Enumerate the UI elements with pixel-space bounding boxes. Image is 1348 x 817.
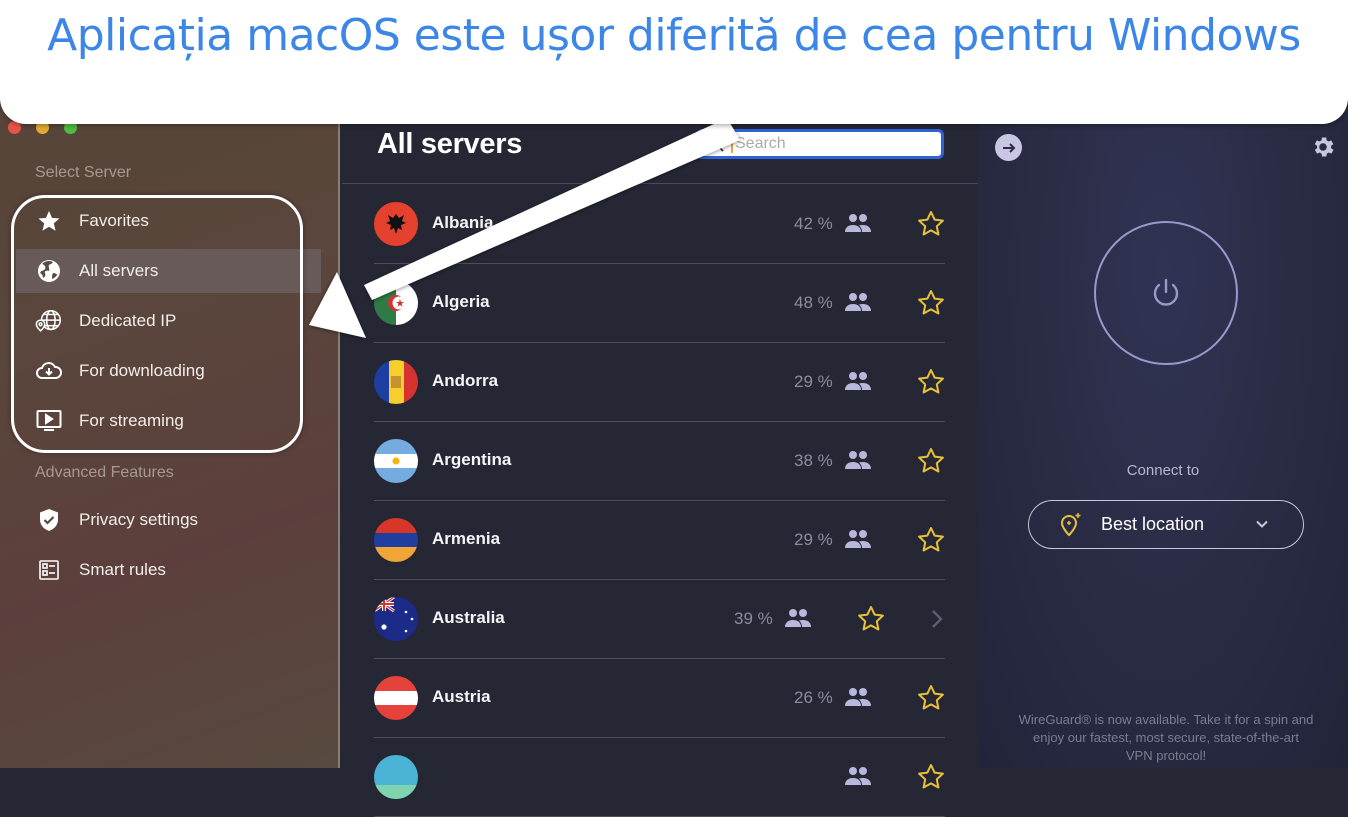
server-load: 26 % bbox=[794, 688, 833, 707]
connect-to-label: Connect to bbox=[1126, 462, 1200, 479]
server-load: 29 % bbox=[794, 530, 833, 549]
section-advanced-features: Advanced Features bbox=[35, 464, 174, 481]
favorite-star-icon[interactable] bbox=[916, 446, 946, 476]
vpn-app-window: Select Server Favorites All servers Dedi… bbox=[0, 0, 1348, 817]
section-select-server: Select Server bbox=[35, 164, 132, 181]
favorite-star-icon[interactable] bbox=[916, 525, 946, 555]
header-divider bbox=[342, 183, 978, 184]
tv-play-icon bbox=[34, 408, 64, 434]
country-flag-icon bbox=[374, 755, 418, 799]
sidebar-item-label: Privacy settings bbox=[79, 510, 199, 529]
search-input[interactable] bbox=[731, 135, 931, 153]
users-icon bbox=[844, 528, 872, 550]
country-name: Austria bbox=[432, 687, 491, 706]
wireguard-promo-text: WireGuard® is now available. Take it for… bbox=[1018, 712, 1314, 763]
server-load: 38 % bbox=[794, 451, 833, 470]
server-row[interactable]: Algeria 48 % bbox=[374, 264, 945, 343]
favorite-star-icon[interactable] bbox=[916, 762, 946, 792]
server-row[interactable]: Albania 42 % bbox=[374, 185, 945, 264]
shield-check-icon bbox=[34, 507, 64, 533]
users-icon bbox=[844, 291, 872, 313]
country-name: Australia bbox=[432, 608, 505, 627]
favorite-star-icon[interactable] bbox=[856, 604, 886, 634]
favorite-star-icon[interactable] bbox=[916, 209, 946, 239]
country-flag-icon bbox=[374, 518, 418, 562]
globe-icon bbox=[34, 258, 64, 284]
power-icon bbox=[1153, 278, 1179, 306]
power-connect-button[interactable] bbox=[1094, 221, 1238, 365]
sidebar-item-privacy-settings[interactable]: Privacy settings bbox=[16, 498, 321, 542]
server-row[interactable]: Austria 26 % bbox=[374, 659, 945, 738]
country-flag-icon bbox=[374, 597, 418, 641]
users-icon bbox=[844, 686, 872, 708]
server-row[interactable]: Andorra 29 % bbox=[374, 343, 945, 422]
sidebar-item-favorites[interactable]: Favorites bbox=[16, 199, 321, 243]
server-load: 39 % bbox=[734, 609, 773, 628]
sidebar-item-for-downloading[interactable]: For downloading bbox=[16, 349, 321, 393]
cloud-download-icon bbox=[34, 358, 64, 384]
banner-caption: Aplicația macOS este ușor diferită de ce… bbox=[47, 10, 1301, 61]
users-icon bbox=[844, 212, 872, 234]
country-name: Albania bbox=[432, 213, 494, 232]
sidebar-item-for-streaming[interactable]: For streaming bbox=[16, 399, 321, 443]
country-flag-icon bbox=[374, 360, 418, 404]
country-name: Andorra bbox=[432, 371, 499, 390]
page-title: All servers bbox=[377, 128, 523, 160]
back-arrow-button[interactable] bbox=[995, 134, 1022, 161]
star-icon bbox=[34, 208, 64, 234]
search-icon bbox=[707, 135, 725, 153]
country-name: Argentina bbox=[432, 450, 512, 469]
server-row[interactable]: Argentina 38 % bbox=[374, 422, 945, 501]
location-selector[interactable]: Best location bbox=[1028, 500, 1304, 549]
country-flag-icon bbox=[374, 676, 418, 720]
dedicated-ip-globe-icon bbox=[34, 308, 64, 334]
sidebar-item-label: Favorites bbox=[79, 211, 149, 230]
server-row[interactable] bbox=[374, 738, 945, 817]
sidebar-item-label: For streaming bbox=[79, 411, 184, 430]
sidebar-item-smart-rules[interactable]: Smart rules bbox=[16, 548, 321, 592]
sidebar-item-label: Dedicated IP bbox=[79, 311, 177, 330]
server-load: 29 % bbox=[794, 372, 833, 391]
country-name: Armenia bbox=[432, 529, 501, 548]
users-icon bbox=[844, 449, 872, 471]
server-row[interactable]: Australia 39 % bbox=[374, 580, 945, 659]
rules-list-icon bbox=[34, 557, 64, 583]
country-flag-icon bbox=[374, 202, 418, 246]
favorite-star-icon[interactable] bbox=[916, 683, 946, 713]
favorite-star-icon[interactable] bbox=[916, 367, 946, 397]
gear-icon[interactable] bbox=[1310, 134, 1336, 160]
users-icon bbox=[784, 607, 812, 629]
sidebar-item-label: For downloading bbox=[79, 361, 205, 380]
annotation-banner: Aplicația macOS este ușor diferită de ce… bbox=[0, 0, 1348, 124]
favorite-star-icon[interactable] bbox=[916, 288, 946, 318]
users-icon bbox=[844, 370, 872, 392]
sidebar-item-label: Smart rules bbox=[79, 560, 166, 579]
server-load: 42 % bbox=[794, 214, 833, 233]
server-load: 48 % bbox=[794, 293, 833, 312]
country-name: Algeria bbox=[432, 292, 490, 311]
users-icon bbox=[844, 765, 872, 787]
location-pin-sparkle-icon bbox=[1059, 512, 1083, 538]
search-box[interactable] bbox=[696, 129, 944, 159]
country-flag-icon bbox=[374, 281, 418, 325]
sidebar-item-dedicated-ip[interactable]: Dedicated IP bbox=[16, 299, 321, 343]
sidebar-item-all-servers[interactable]: All servers bbox=[16, 249, 321, 293]
country-flag-icon bbox=[374, 439, 418, 483]
chevron-right-icon[interactable] bbox=[929, 608, 945, 630]
chevron-down-icon bbox=[1255, 517, 1269, 531]
sidebar-item-label: All servers bbox=[79, 261, 159, 280]
location-value: Best location bbox=[1101, 514, 1205, 534]
server-row[interactable]: Armenia 29 % bbox=[374, 501, 945, 580]
